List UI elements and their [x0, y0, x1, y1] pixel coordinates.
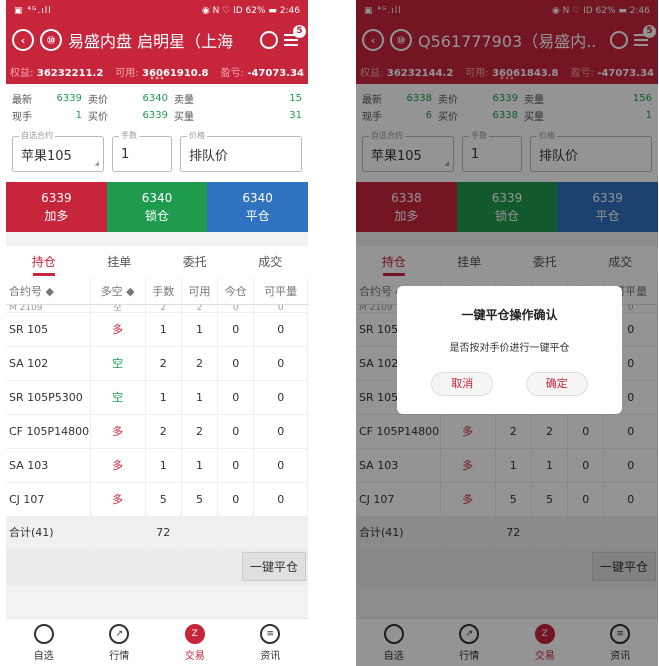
more-dots-icon[interactable]: ••• — [149, 74, 164, 83]
bottom-action-bar: 一键平仓 — [6, 548, 308, 585]
header-available: 可用 — [181, 278, 219, 305]
confirm-dialog: 一键平仓操作确认 是否按对手价进行一键平仓 取消 确定 — [397, 286, 622, 414]
price-select[interactable]: 价格 排队价 — [180, 130, 302, 172]
tab-positions[interactable]: 持仓 — [6, 246, 82, 278]
left-screen: ▣ ⁴ᴳ.ıll ◉ N ♡ ID 62% ▬ 2:46 ‹ ⑩ 易盛内盘 启明… — [6, 0, 308, 666]
trade-icon: Z — [184, 623, 205, 644]
ask-price: 6340 — [142, 93, 168, 104]
table-row[interactable]: M 2109空2200 — [6, 304, 308, 313]
header-closable: 可平量 — [253, 278, 308, 305]
latest-price: 6339 — [56, 93, 82, 104]
profit-loss: 盈亏: -47073.34 — [220, 67, 304, 79]
menu-icon[interactable]: 5 — [284, 25, 306, 49]
header-direction[interactable]: 多空 ◆ — [90, 278, 146, 305]
nav-trade[interactable]: Z 交易 — [157, 619, 233, 666]
close-all-button[interactable]: 一键平仓 — [241, 552, 306, 581]
table-row[interactable]: SA 103 多 1 1 0 0 — [6, 448, 308, 483]
dialog-message: 是否按对手价进行一键平仓 — [449, 343, 570, 354]
nav-news[interactable]: ≡ 资讯 — [233, 619, 309, 666]
quote-panel: 最新 6339 卖价 6340 卖量 15 现手 1 买价 6339 买量 31 — [6, 84, 308, 128]
table-row[interactable]: SR 105P5300空1100 — [6, 380, 308, 415]
back-icon[interactable]: ‹ — [12, 29, 34, 51]
notification-badge: 5 — [293, 25, 306, 38]
lots-input[interactable]: 手数 1 — [112, 130, 172, 172]
order-form: 自选合约 苹果105 ◢ 手数 1 价格 排队价 — [6, 128, 308, 182]
confirm-button[interactable]: 确定 — [525, 372, 588, 396]
equity: 权益: 36232211.2 — [10, 67, 104, 79]
dropdown-corner-icon: ◢ — [94, 160, 99, 167]
bid-volume: 31 — [289, 110, 302, 121]
table-row[interactable]: CJ 107 多 5 5 0 0 — [6, 482, 308, 517]
refresh-icon[interactable] — [260, 31, 278, 49]
exchange-logo-icon: ⑩ — [40, 29, 62, 51]
order-buttons: 6339 加多 6340 锁仓 6340 平仓 — [6, 182, 308, 232]
person-icon — [33, 623, 54, 644]
bid-price: 6339 — [142, 110, 168, 121]
modal-overlay[interactable]: 一键平仓操作确认 是否按对手价进行一键平仓 取消 确定 — [356, 0, 658, 666]
tab-pending[interactable]: 挂单 — [82, 246, 158, 278]
table-row[interactable]: SR 105多1100 — [6, 312, 308, 347]
close-position-button[interactable]: 6340 平仓 — [207, 182, 308, 232]
header-today: 今仓 — [217, 278, 255, 305]
buy-long-button[interactable]: 6339 加多 — [6, 182, 107, 232]
table-row[interactable]: CF 105P14800 多 2 2 0 0 — [6, 414, 308, 449]
contract-select[interactable]: 自选合约 苹果105 ◢ — [12, 130, 104, 172]
signal-indicator: ▣ ⁴ᴳ.ıll — [14, 6, 52, 16]
account-summary[interactable]: 权益: 36232211.2 可用: 36061910.8 盈亏: -47073… — [6, 58, 308, 84]
news-icon: ≡ — [260, 623, 281, 644]
right-screen: ▣ ⁴ᴳ.ıll ◉ N ♡ ID 62% ▬ 2:46 ‹ ⑩ Q561777… — [356, 0, 658, 666]
dialog-title: 一键平仓操作确认 — [461, 308, 558, 322]
title-bar: ‹ ⑩ 易盛内盘 启明星（上海 5 — [6, 22, 308, 58]
tab-trades[interactable]: 成交 — [233, 246, 309, 278]
current-hand: 1 — [75, 110, 82, 121]
tab-orders[interactable]: 委托 — [157, 246, 233, 278]
chart-icon: ↗ — [109, 623, 130, 644]
lock-position-button[interactable]: 6340 锁仓 — [106, 182, 208, 232]
cancel-button[interactable]: 取消 — [431, 372, 494, 396]
ask-volume: 15 — [289, 93, 302, 104]
header-contract[interactable]: 合约号 ◆ — [6, 278, 91, 305]
total-row: 合计(41) 72 — [6, 516, 308, 549]
bottom-nav: 自选 ↗ 行情 Z 交易 ≡ 资讯 — [6, 618, 308, 666]
status-bar: ▣ ⁴ᴳ.ıll ◉ N ♡ ID 62% ▬ 2:46 — [6, 0, 308, 22]
nav-watchlist[interactable]: 自选 — [6, 619, 82, 666]
position-tabs: 持仓 挂单 委托 成交 — [6, 246, 308, 278]
nav-market[interactable]: ↗ 行情 — [82, 619, 158, 666]
table-row[interactable]: SA 102空2200 — [6, 346, 308, 381]
page-title[interactable]: 易盛内盘 启明星（上海 — [68, 28, 254, 52]
header-lots: 手数 — [145, 278, 182, 305]
status-right: ◉ N ♡ ID 62% ▬ 2:46 — [201, 6, 300, 16]
positions-table: 合约号 ◆ 多空 ◆ 手数 可用 今仓 可平量 M 2109空2200 SR 1… — [6, 278, 308, 549]
